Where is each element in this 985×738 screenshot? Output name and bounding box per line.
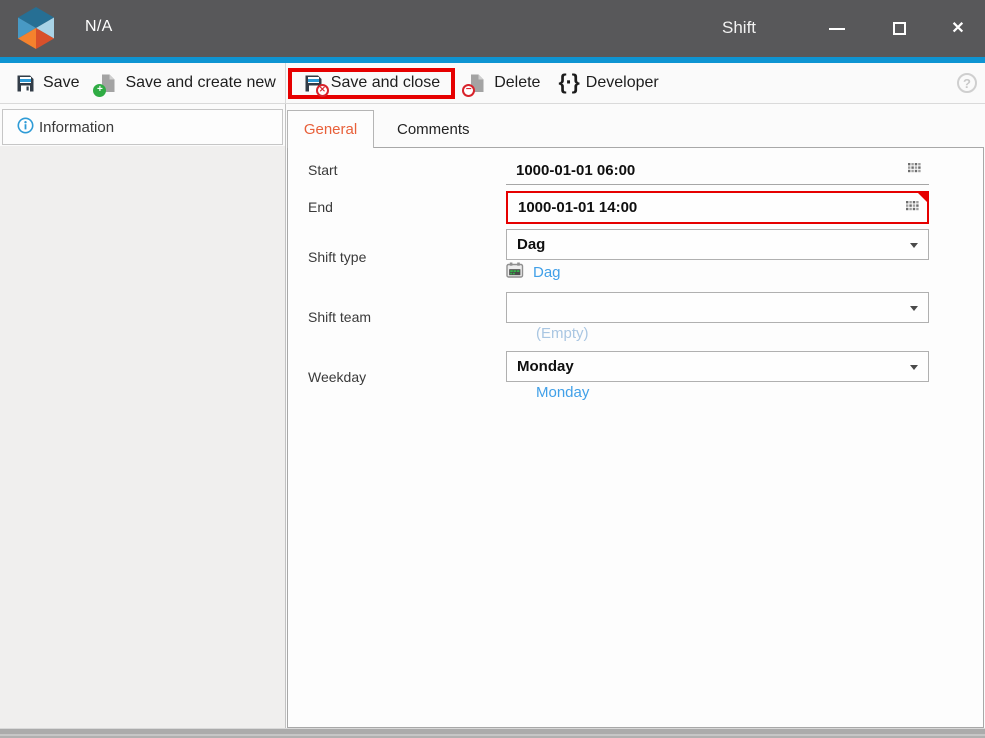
developer-label: Developer [586, 74, 659, 92]
developer-braces-icon: {·} [558, 71, 578, 95]
close-button[interactable]: ✕ [938, 0, 978, 57]
shift-type-link[interactable]: Dag [533, 264, 561, 281]
start-datetime-field[interactable]: 1000-01-01 06:00 [506, 156, 929, 185]
titlebar: N/A Shift ✕ [0, 0, 985, 57]
window-title: Shift [722, 18, 756, 38]
app-logo-icon [17, 7, 55, 54]
delete-label: Delete [494, 74, 540, 92]
chevron-down-icon [910, 365, 918, 370]
tab-comments-label: Comments [397, 121, 470, 138]
minimize-icon [829, 28, 845, 30]
start-label: Start [308, 162, 338, 178]
validation-corner-icon [918, 193, 927, 202]
shift-team-dropdown[interactable] [506, 292, 929, 323]
maximize-button[interactable] [879, 0, 919, 57]
shift-type-icon [506, 262, 524, 282]
close-badge-icon: ✕ [316, 84, 329, 97]
weekday-dropdown[interactable]: Monday [506, 351, 929, 382]
save-floppy-icon [15, 73, 36, 94]
information-body [0, 146, 285, 728]
end-value: 1000-01-01 14:00 [508, 199, 637, 216]
information-panel: Information [0, 104, 286, 728]
close-icon: ✕ [951, 21, 964, 37]
shift-form: Start 1000-01-01 06:00 End 1000-01-01 14… [288, 148, 983, 727]
save-and-close-icon: ✕ [303, 73, 324, 94]
shift-type-dropdown[interactable]: Dag [506, 229, 929, 260]
save-and-create-new-label: Save and create new [125, 74, 275, 92]
weekday-link[interactable]: Monday [536, 384, 589, 401]
general-tab-content: Start 1000-01-01 06:00 End 1000-01-01 14… [287, 147, 984, 728]
maximize-icon [893, 22, 906, 35]
plus-badge-icon: + [93, 84, 106, 97]
information-header[interactable]: Information [2, 109, 283, 145]
end-label: End [308, 199, 333, 215]
delete-button[interactable]: − Delete [457, 63, 549, 103]
tab-general-label: General [304, 121, 357, 138]
minimize-button[interactable] [817, 0, 857, 57]
tab-comments[interactable]: Comments [375, 110, 492, 148]
shift-team-empty-text: (Empty) [506, 325, 589, 342]
save-and-close-label: Save and close [331, 74, 440, 92]
weekday-label: Weekday [308, 369, 366, 385]
info-icon [17, 117, 34, 138]
toolbar: Save + Save and create new [0, 63, 985, 104]
datetime-picker-icon[interactable] [908, 161, 921, 179]
weekday-link-row: Monday [506, 384, 589, 401]
datetime-picker-icon[interactable] [906, 199, 919, 217]
document-delete-icon: − [466, 73, 487, 94]
toolbar-separator [285, 63, 286, 103]
shift-type-label: Shift type [308, 249, 366, 265]
record-id-label: N/A [85, 18, 113, 36]
app-window: N/A Shift ✕ Save [0, 0, 985, 738]
chevron-down-icon [910, 306, 918, 311]
weekday-value: Monday [507, 358, 574, 375]
shift-team-link-row: (Empty) [506, 325, 589, 342]
end-datetime-field[interactable]: 1000-01-01 14:00 [506, 191, 929, 224]
save-and-create-new-button[interactable]: + Save and create new [88, 63, 284, 103]
detail-area: General Comments Start 1000-01-01 06:00 [287, 104, 985, 728]
window-resize-edge[interactable] [0, 728, 985, 738]
developer-button[interactable]: {·} Developer [549, 63, 667, 103]
help-icon[interactable]: ? [957, 73, 977, 93]
save-label: Save [43, 74, 79, 92]
save-button[interactable]: Save [6, 63, 88, 103]
start-value: 1000-01-01 06:00 [506, 162, 635, 179]
shift-team-label: Shift team [308, 309, 371, 325]
shift-type-link-row: Dag [506, 262, 561, 282]
save-and-close-button[interactable]: ✕ Save and close [294, 73, 449, 94]
information-label: Information [39, 119, 114, 136]
document-add-icon: + [97, 73, 118, 94]
shift-type-value: Dag [507, 236, 545, 253]
chevron-down-icon [910, 243, 918, 248]
tab-general[interactable]: General [287, 110, 374, 148]
minus-badge-icon: − [462, 84, 475, 97]
save-and-close-highlight: ✕ Save and close [288, 68, 455, 99]
